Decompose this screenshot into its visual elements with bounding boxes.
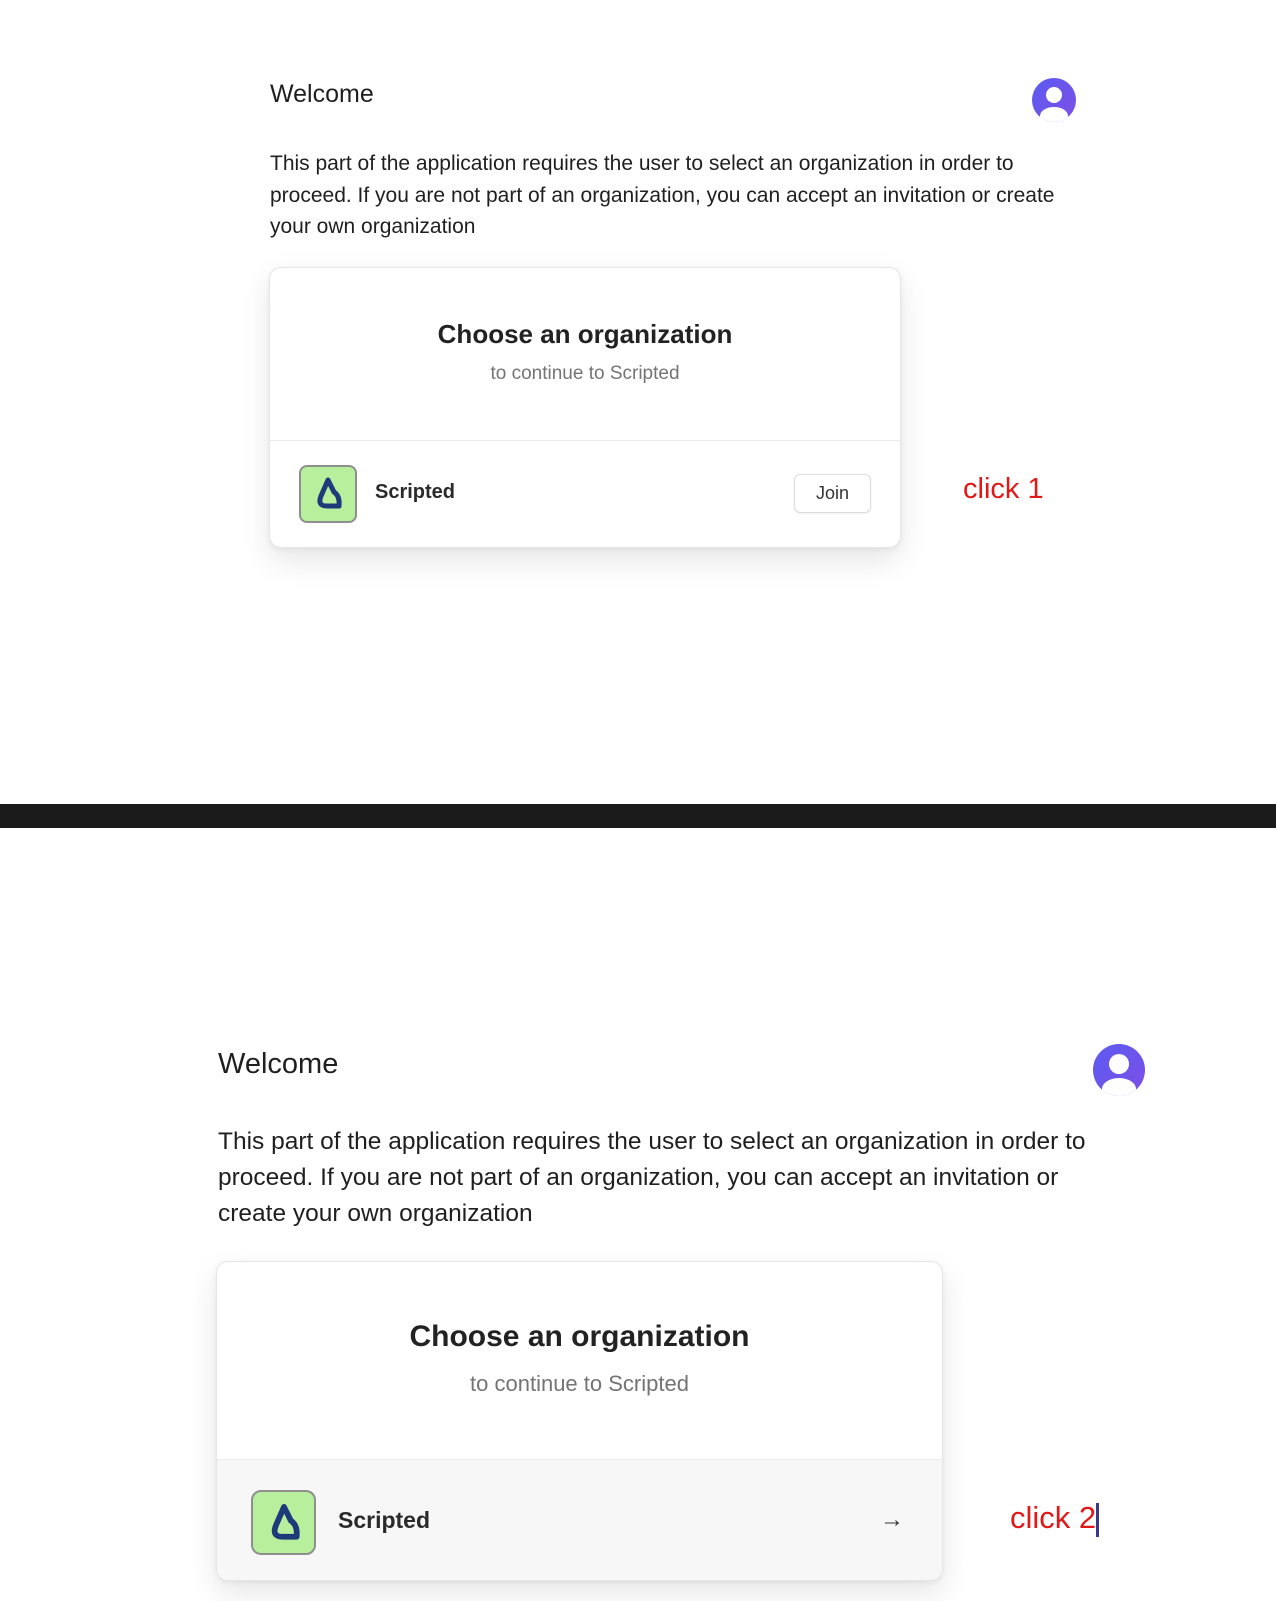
description-text: This part of the application requires th… xyxy=(218,1128,1086,1227)
screenshot-panel-2: Welcome This part of the application req… xyxy=(0,828,1276,1601)
screenshot-panel-1: Welcome This part of the application req… xyxy=(0,0,1276,804)
scripted-logo-mark xyxy=(271,1503,300,1540)
click-annotation: click 1 xyxy=(963,473,1044,505)
welcome-heading: Welcome xyxy=(270,80,374,108)
description-text: This part of the application requires th… xyxy=(270,152,1055,238)
user-avatar-icon[interactable] xyxy=(1032,78,1076,122)
card-subtitle: to continue to Scripted xyxy=(470,1371,689,1396)
card-subtitle: to continue to Scripted xyxy=(490,363,680,384)
scripted-logo-mark xyxy=(317,477,342,509)
organization-row[interactable] xyxy=(217,1460,942,1580)
card-title: Choose an organization xyxy=(437,319,733,349)
card-title: Choose an organization xyxy=(409,1320,750,1353)
organization-card: Choose an organization to continue to Sc… xyxy=(216,1261,943,1581)
organization-name: Scripted xyxy=(338,1507,431,1533)
panel-divider xyxy=(0,804,1276,828)
click-annotation: click 2 xyxy=(1010,1500,1097,1535)
user-avatar-icon[interactable] xyxy=(1093,1044,1145,1096)
organization-name: Scripted xyxy=(375,481,456,503)
join-button[interactable]: Join xyxy=(794,474,871,513)
text-caret xyxy=(1096,1503,1099,1537)
welcome-heading: Welcome xyxy=(218,1048,339,1080)
arrow-right-icon[interactable]: → xyxy=(880,1506,904,1534)
scripted-logo-icon xyxy=(299,465,357,523)
scripted-logo-icon xyxy=(251,1490,316,1555)
